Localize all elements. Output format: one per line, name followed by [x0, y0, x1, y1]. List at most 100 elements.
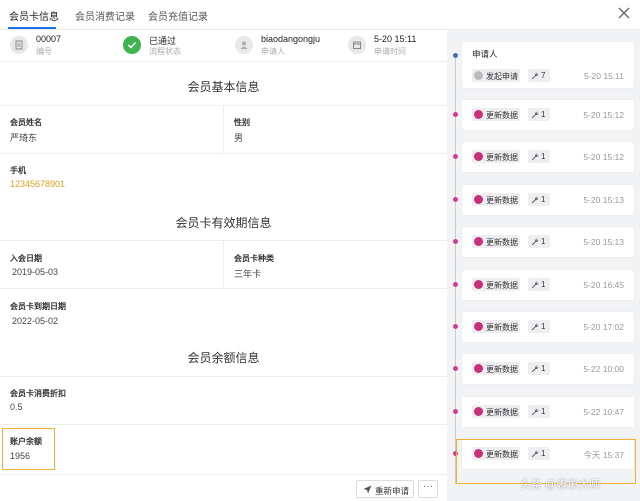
timeline-dot [453, 196, 458, 202]
wrench-icon [531, 281, 539, 288]
timeline-track [455, 54, 456, 484]
divider [0, 376, 447, 377]
timeline-entry[interactable]: 更新数据 1 5-20 15:13 [462, 184, 634, 215]
action-chip: 更新数据 [472, 192, 520, 206]
wrench-icon [531, 154, 539, 161]
applicant-label: 申请人 [472, 49, 498, 59]
field-label-member-name: 会员姓名 [10, 118, 42, 127]
timeline-dot [453, 239, 458, 245]
field-value-join-date: 2019-05-03 [12, 267, 59, 277]
divider [223, 240, 224, 288]
change-count-chip: 1 [528, 362, 550, 376]
change-count-chip: 1 [528, 235, 550, 249]
entry-time: 5-22 10:00 [583, 364, 624, 375]
action-chip: 更新数据 [472, 235, 520, 249]
timeline-entry[interactable]: 更新数据 1 5-20 15:12 [462, 100, 634, 130]
field-value-member-name: 严琦东 [10, 133, 38, 143]
change-count: 1 [541, 322, 546, 331]
summary-stats: 00007 编号 已通过 流程状态 biaodangongju 申请人 5-20… [0, 30, 447, 62]
timeline-entry[interactable]: 更新数据 1 5-22 10:00 [462, 354, 634, 385]
change-count-chip: 1 [528, 192, 550, 206]
change-count: 1 [541, 279, 546, 289]
stat-value: 5-20 15:11 [374, 34, 417, 44]
wrench-icon [531, 72, 539, 80]
action-chip: 更新数据 [472, 277, 520, 291]
wrench-icon [531, 408, 539, 416]
field-label-balance: 账户余额 [10, 437, 42, 446]
record-detail-panel: 00007 编号 已通过 流程状态 biaodangongju 申请人 5-20… [0, 30, 447, 501]
avatar-icon [474, 71, 483, 80]
action-chip: 更新数据 [472, 320, 520, 333]
timeline-entry[interactable]: 更新数据 1 5-20 15:12 [462, 142, 634, 173]
wrench-icon [531, 196, 539, 204]
tab-recharge-records[interactable]: 会员充值记录 [148, 8, 208, 23]
field-value-gender: 男 [234, 133, 244, 143]
action-label: 更新数据 [486, 323, 518, 332]
watermark-text: 头条 @表单大师 [520, 479, 601, 491]
approval-timeline: 申请人 发起申请 7 5-20 15:11 更新数据 1 5-20 15:12 更新数据 1 5-… [447, 30, 640, 501]
field-value-phone[interactable]: 12345678901 [10, 179, 65, 189]
action-bar: 重新申请 ··· [0, 474, 447, 501]
field-value-balance: 1956 [10, 451, 31, 461]
timeline-entry[interactable]: 更新数据 1 5-20 17:02 [462, 312, 634, 342]
field-label-expire-date: 会员卡到期日期 [10, 302, 66, 311]
balance-highlight-box [2, 428, 55, 470]
more-options-button[interactable]: ··· [418, 480, 438, 498]
change-count-chip: 1 [528, 150, 550, 164]
app-avatar-icon [474, 322, 483, 331]
divider [0, 153, 447, 154]
field-label-card-type: 会员卡种类 [234, 254, 274, 263]
timeline-entry[interactable]: 更新数据 1 5-20 16:45 [462, 269, 634, 300]
action-chip: 更新数据 [472, 150, 520, 164]
divider [0, 424, 447, 425]
wrench-icon [531, 238, 539, 246]
field-label-phone: 手机 [10, 166, 26, 175]
field-label-gender: 性别 [234, 118, 250, 127]
divider [223, 105, 224, 153]
timeline-entry[interactable]: 更新数据 1 5-20 15:13 [462, 227, 634, 258]
send-icon [363, 485, 372, 494]
wrench-icon [531, 111, 539, 119]
timeline-entry[interactable]: 申请人 发起申请 7 5-20 15:11 [462, 42, 634, 88]
entry-time: 5-20 15:12 [583, 110, 624, 120]
stat-label: 编号 [36, 47, 52, 56]
entry-time: 5-22 10:47 [583, 406, 624, 417]
action-label: 更新数据 [486, 407, 518, 417]
wrench-icon [531, 366, 539, 373]
action-chip: 更新数据 [472, 108, 520, 121]
action-label: 更新数据 [486, 238, 518, 248]
action-label: 更新数据 [486, 153, 518, 163]
check-icon [123, 36, 141, 54]
action-label: 发起申请 [486, 72, 518, 81]
tab-consumption-records[interactable]: 会员消费记录 [75, 8, 135, 23]
change-count-chip: 1 [528, 277, 550, 291]
action-label: 更新数据 [486, 280, 518, 290]
change-count-chip: 1 [528, 108, 550, 121]
resubmit-button[interactable]: 重新申请 [356, 480, 414, 498]
app-avatar-icon [474, 110, 483, 119]
entry-time: 5-20 15:13 [583, 194, 624, 205]
resubmit-label: 重新申请 [375, 486, 410, 496]
entry-time: 5-20 17:02 [583, 322, 624, 332]
change-count: 1 [541, 194, 546, 204]
tab-bar: 会员卡信息 会员消费记录 会员充值记录 [0, 0, 640, 30]
user-icon [235, 36, 253, 54]
timeline-dot [453, 112, 458, 117]
close-icon[interactable] [618, 7, 630, 19]
timeline-entry[interactable]: 更新数据 1 5-22 10:47 [462, 396, 634, 427]
app-avatar-icon [474, 237, 483, 247]
change-count-chip: 7 [528, 69, 550, 82]
timeline-dot [453, 408, 458, 414]
change-count: 7 [541, 71, 546, 80]
section-title-basic-info: 会员基本信息 [187, 80, 260, 94]
change-count: 1 [541, 152, 546, 162]
tab-member-card-info[interactable]: 会员卡信息 [9, 8, 59, 23]
app-avatar-icon [474, 194, 483, 204]
entry-time: 5-20 16:45 [583, 279, 624, 290]
action-chip: 发起申请 [472, 69, 520, 82]
action-label: 更新数据 [486, 195, 518, 205]
field-label-discount: 会员卡消费折扣 [10, 389, 66, 398]
stat-label: 流程状态 [149, 47, 181, 56]
action-label: 更新数据 [486, 111, 518, 120]
stat-value: 00007 [36, 34, 62, 44]
